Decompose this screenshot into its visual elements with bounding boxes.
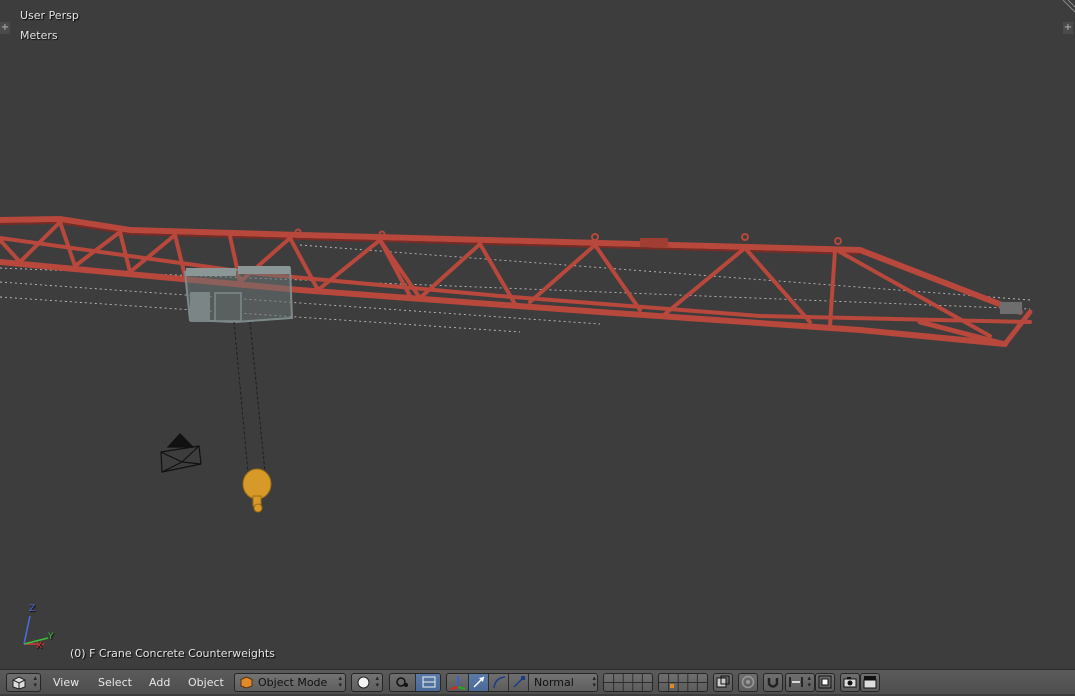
translate-manipulator-button[interactable] xyxy=(469,674,489,691)
camera-icon xyxy=(843,677,857,688)
lock-camera-button[interactable] xyxy=(713,673,733,692)
manipulator-toggle[interactable] xyxy=(447,674,469,691)
rotate-manipulator-button[interactable] xyxy=(489,674,509,691)
hook-block xyxy=(242,468,272,513)
hoist-cables xyxy=(233,321,266,473)
manipulator-group: Normal ▴ ▾ xyxy=(446,673,598,692)
mode-dropdown[interactable]: Object Mode ▴ ▾ xyxy=(234,673,346,692)
axis-gizmo xyxy=(23,615,49,645)
pivot-icon xyxy=(395,677,408,687)
pivot-group xyxy=(389,673,441,692)
region-expand-left-icon[interactable]: + xyxy=(0,22,10,34)
trolley xyxy=(183,266,294,324)
manipulate-center-button[interactable] xyxy=(416,674,440,691)
manipulator-axes-icon xyxy=(450,676,465,690)
transform-orientation-label: Normal xyxy=(534,676,574,689)
chevron-updown-icon: ▴ ▾ xyxy=(807,674,811,689)
menu-view[interactable]: View xyxy=(53,673,79,692)
axis-y-label: Y xyxy=(48,632,54,642)
snap-target-button[interactable] xyxy=(815,673,835,692)
scale-icon xyxy=(512,676,525,688)
proportional-edit-button[interactable] xyxy=(738,673,758,692)
axis-z-label: Z xyxy=(29,604,36,614)
menu-object[interactable]: Object xyxy=(188,673,224,692)
menu-select[interactable]: Select xyxy=(98,673,132,692)
magnet-icon xyxy=(767,678,779,688)
camera-object xyxy=(160,433,202,473)
view-name: User Persp xyxy=(20,9,79,22)
layers-grid-icon xyxy=(659,674,707,691)
proportional-edit-icon xyxy=(741,675,755,689)
mode-label: Object Mode xyxy=(258,676,328,689)
3d-viewport[interactable]: User Persp Meters (0) F Crane Concrete C… xyxy=(0,0,1075,669)
viewport-shading-dropdown[interactable]: ▴ ▾ xyxy=(351,673,383,692)
layers-group-2[interactable] xyxy=(658,673,708,692)
layers-lock-icon xyxy=(716,675,730,688)
axis-x-label: X xyxy=(36,641,43,651)
chevron-updown-icon: ▴ ▾ xyxy=(338,674,342,689)
render-still-button[interactable] xyxy=(840,673,860,692)
chevron-updown-icon: ▴ ▾ xyxy=(33,674,37,689)
crane-jib xyxy=(0,215,1033,347)
area-split-corner-icon[interactable] xyxy=(1061,0,1075,14)
solid-shading-icon xyxy=(357,676,370,689)
rotate-arc-icon xyxy=(492,676,505,689)
editor-type-button[interactable]: ▴ ▾ xyxy=(6,673,41,692)
menu-add[interactable]: Add xyxy=(149,673,170,692)
object-info: (0) F Crane Concrete Counterweights xyxy=(70,647,275,660)
chevron-updown-icon: ▴ ▾ xyxy=(375,674,379,689)
transform-orientation-dropdown[interactable]: Normal ▴ ▾ xyxy=(529,674,597,691)
scale-manipulator-button[interactable] xyxy=(509,674,529,691)
layers-group-1[interactable] xyxy=(603,673,653,692)
render-animation-button[interactable] xyxy=(860,673,880,692)
chevron-updown-icon: ▴ ▾ xyxy=(592,674,596,689)
snap-increment-icon xyxy=(789,677,803,687)
object-mode-icon xyxy=(240,676,253,689)
scene-view[interactable] xyxy=(0,0,1075,669)
manipulator-center-icon xyxy=(422,676,436,688)
translate-arrow-icon xyxy=(472,676,485,688)
snap-toggle-button[interactable] xyxy=(763,673,783,692)
cube-icon xyxy=(12,676,26,690)
layers-grid-icon xyxy=(604,674,652,691)
viewport-header: ▴ ▾ View Select Add Object Object Mode ▴ ▾… xyxy=(0,669,1075,694)
units-label: Meters xyxy=(20,29,58,42)
pivot-point-dropdown[interactable] xyxy=(390,674,416,691)
region-expand-right-icon[interactable]: + xyxy=(1063,22,1073,34)
snap-target-icon xyxy=(818,675,832,689)
clapperboard-icon xyxy=(863,676,877,689)
snap-element-dropdown[interactable]: ▴ ▾ xyxy=(785,673,815,692)
